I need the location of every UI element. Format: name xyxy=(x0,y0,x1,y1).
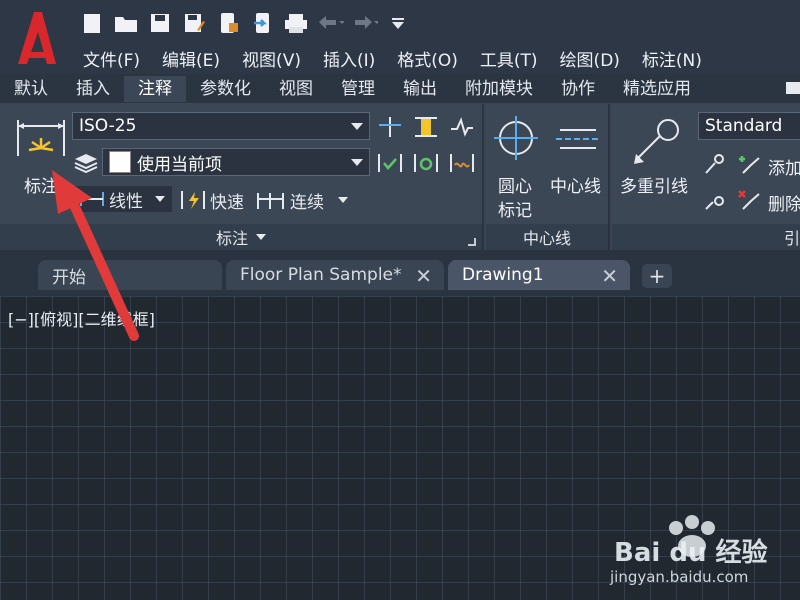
baidu-watermark: Bai du 经验 jingyan.baidu.com xyxy=(606,514,796,594)
watermark-brand: Bai du 经验 xyxy=(614,538,768,568)
watermark-url: jingyan.baidu.com xyxy=(610,568,749,586)
annotation-arrow xyxy=(52,170,139,341)
